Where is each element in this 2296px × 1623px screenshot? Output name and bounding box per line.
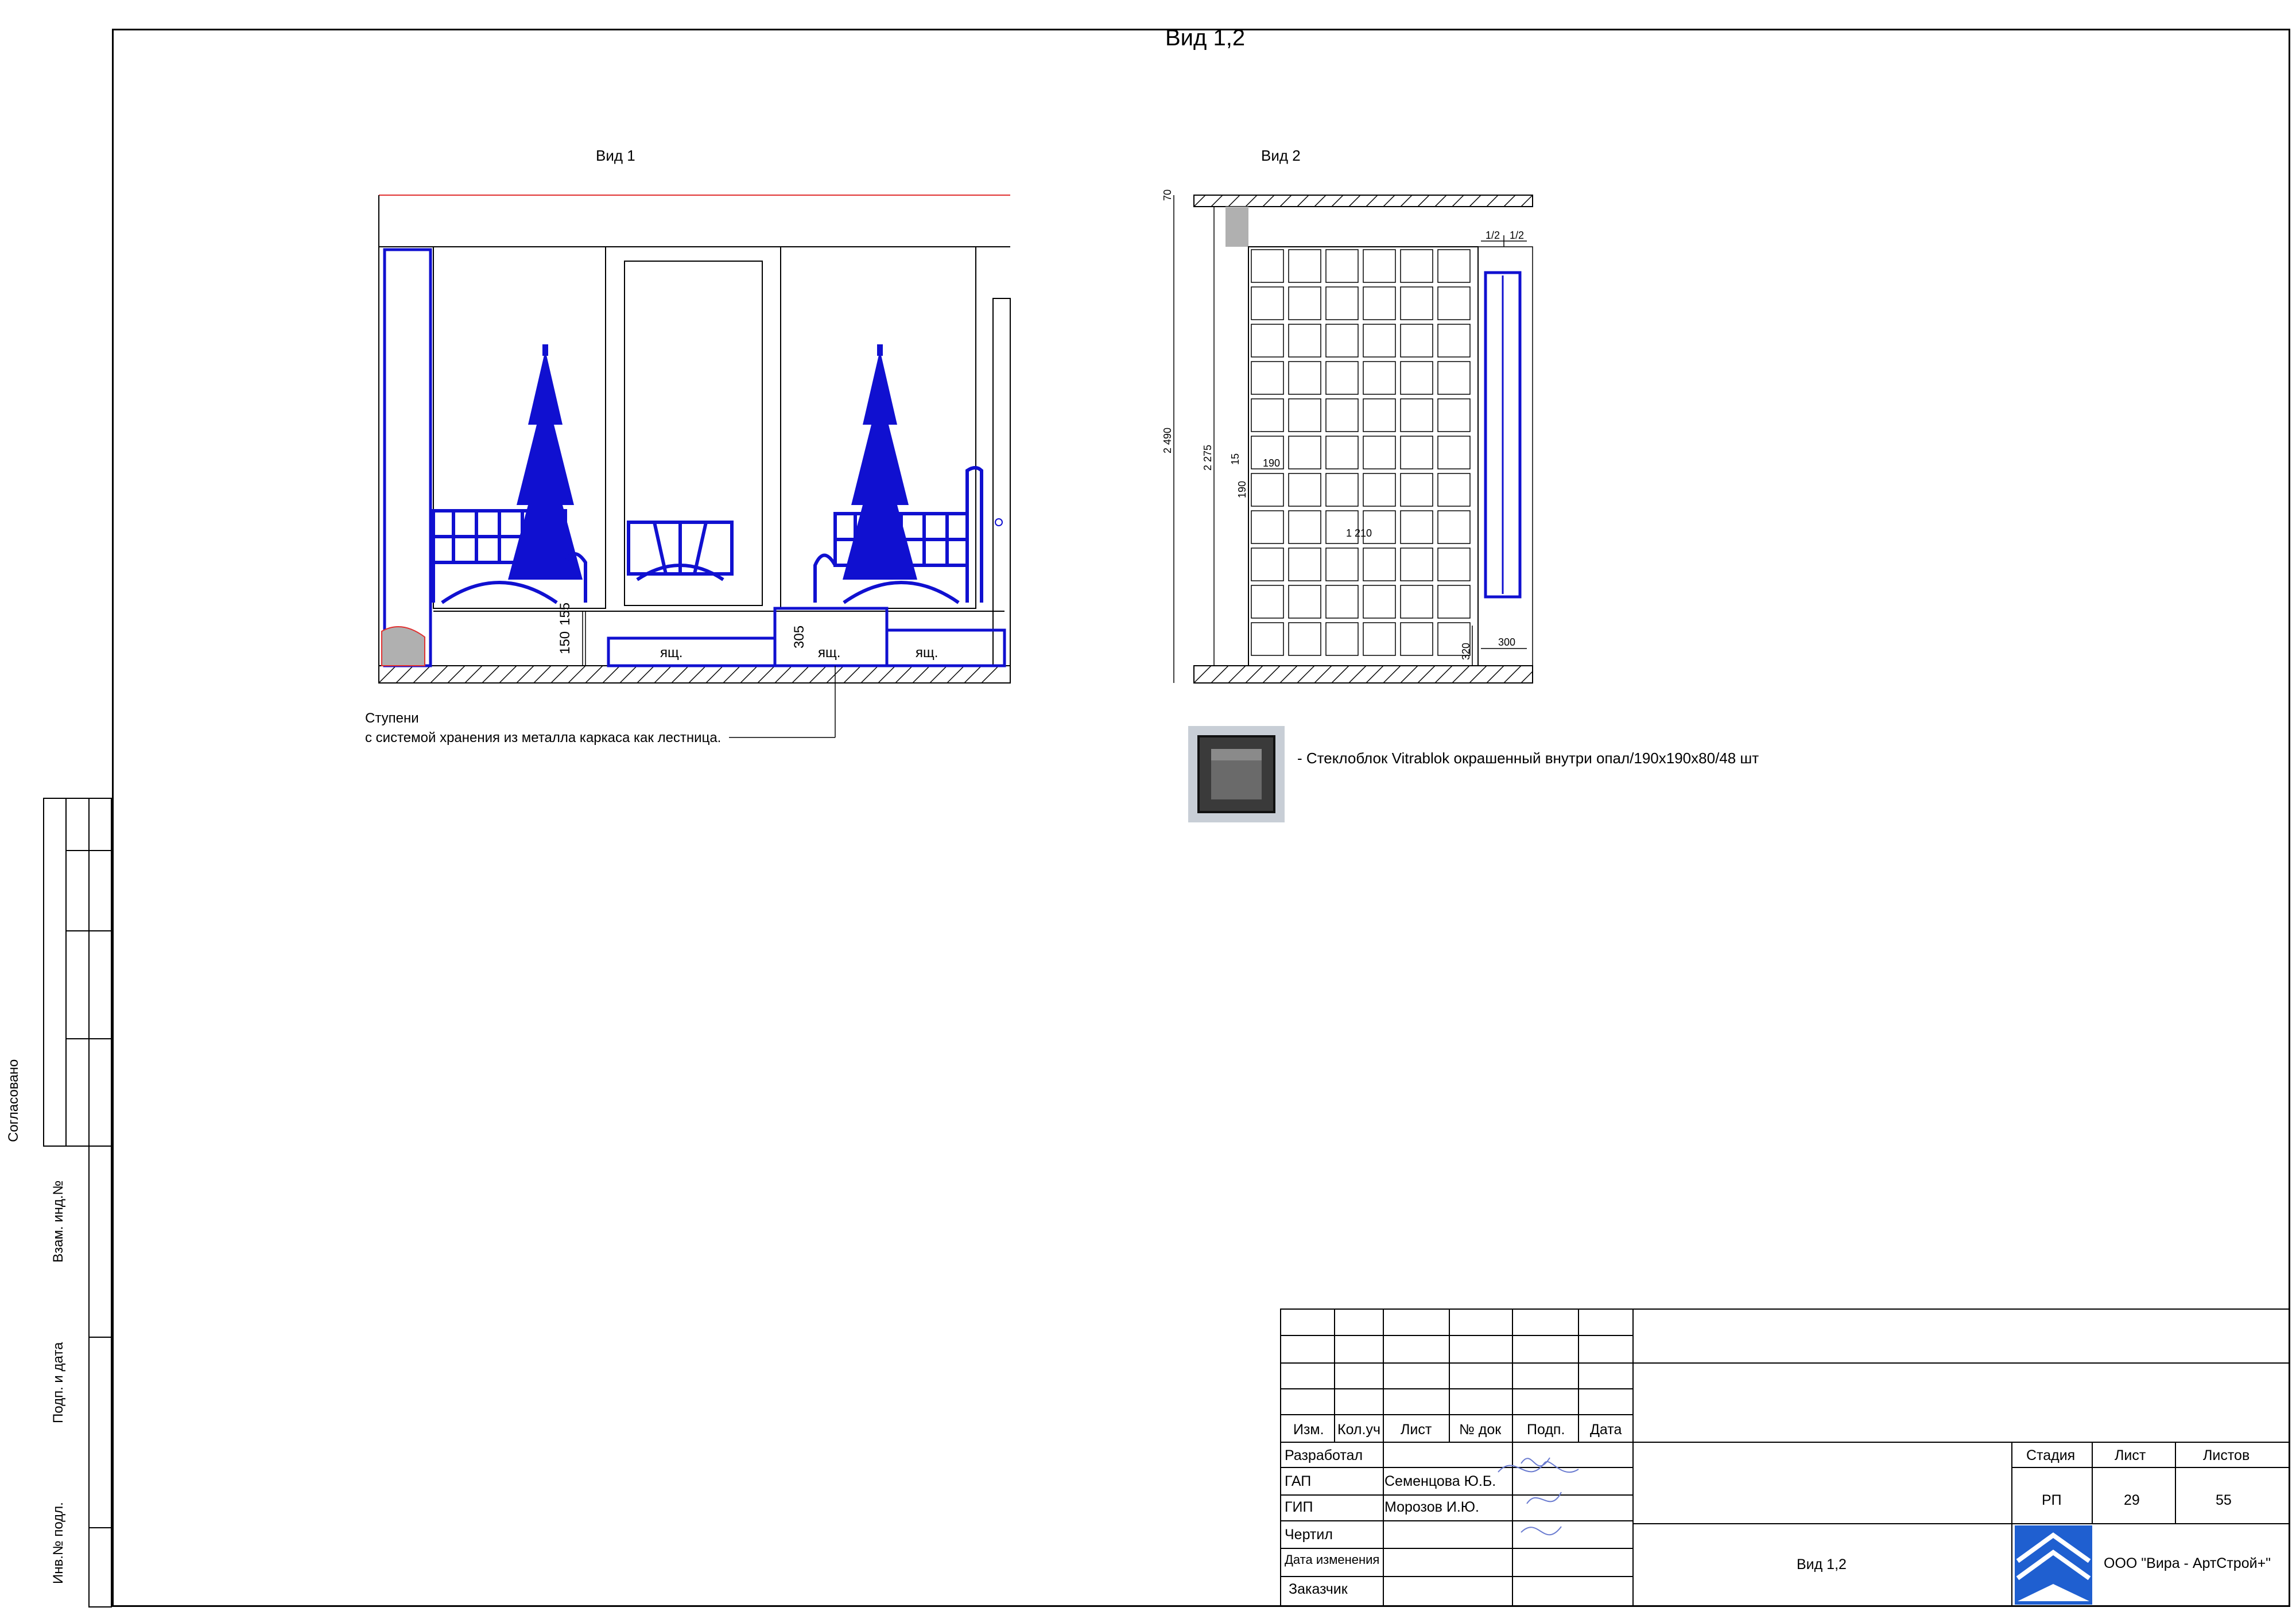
side-inv-orig: Инв.№ подл. xyxy=(51,1502,66,1584)
drawer-label-2: ящ. xyxy=(818,645,840,661)
view1-note-text: с системой хранения из металла каркаса к… xyxy=(365,730,722,746)
tb-role-change-date: Дата изменения xyxy=(1285,1552,1380,1567)
side-agreed: Согласовано xyxy=(6,1059,21,1142)
tb-stage-value: РП xyxy=(2042,1492,2062,1508)
sheet-title: Вид 1,2 xyxy=(1165,25,1246,51)
tb-header-sign: Подп. xyxy=(1527,1422,1565,1438)
drawer-label-3: ящ. xyxy=(916,645,938,661)
dim-70: 70 xyxy=(1162,189,1173,201)
tb-header-list: Лист xyxy=(1401,1422,1432,1438)
signature-marks xyxy=(1498,1457,1579,1536)
dim-2490: 2 490 xyxy=(1162,428,1173,453)
tb-company: ООО "Вира - АртСтрой+" xyxy=(2104,1555,2271,1571)
side-inv-ref: Взам. инд.№ xyxy=(51,1180,66,1263)
view2-label: Вид 2 xyxy=(1261,147,1301,164)
tb-role-gip: ГИП xyxy=(1285,1499,1313,1515)
dim-block-h: 190 xyxy=(1236,481,1248,498)
tb-role-customer: Заказчик xyxy=(1289,1581,1348,1597)
dim-305: 305 xyxy=(792,626,807,649)
view1-elevation: 150 155 305 ящ. ящ. ящ. xyxy=(378,195,1011,738)
dim-width: 1 210 xyxy=(1346,527,1372,539)
dim-2275: 2 275 xyxy=(1202,445,1213,471)
dim-block-w: 190 xyxy=(1263,457,1280,469)
side-sign-date: Подп. и дата xyxy=(51,1342,66,1423)
tb-sheets-label: Листов xyxy=(2203,1447,2250,1463)
dim-300: 300 xyxy=(1498,636,1515,648)
dim-150: 150 xyxy=(557,631,573,654)
tb-stage-label: Стадия xyxy=(2026,1447,2076,1463)
tb-header-izm: Изм. xyxy=(1293,1422,1324,1438)
view2-elevation: 70 2 490 2 275 190 190 15 1 210 1/2 1/2 … xyxy=(1162,189,1533,684)
tb-name-gap: Семенцова Ю.Б. xyxy=(1384,1473,1496,1489)
dim-half-a: 1/2 xyxy=(1486,230,1500,241)
drawer-label-1: ящ. xyxy=(660,645,682,661)
tb-name-gip: Морозов И.Ю. xyxy=(1384,1499,1479,1515)
glassblock-legend: - Стеклоблок Vitrablok окрашенный внутри… xyxy=(1297,750,1759,767)
tb-sheet-name: Вид 1,2 xyxy=(1797,1556,1847,1572)
tb-header-doc: № док xyxy=(1459,1422,1502,1438)
tb-header-kol: Кол.уч xyxy=(1337,1422,1380,1438)
tb-role-drew: Чертил xyxy=(1285,1527,1333,1543)
tb-role-developed: Разработал xyxy=(1285,1447,1363,1463)
tb-sheet-label: Лист xyxy=(2115,1447,2146,1463)
tb-header-date: Дата xyxy=(1590,1422,1622,1438)
company-logo xyxy=(2015,1525,2092,1605)
dim-half-b: 1/2 xyxy=(1510,230,1524,241)
dim-small: 15 xyxy=(1230,453,1241,465)
glassblock-swatch xyxy=(1188,726,1285,822)
tb-sheets-total: 55 xyxy=(2216,1492,2232,1508)
tb-role-gap: ГАП xyxy=(1285,1473,1312,1489)
dim-320: 320 xyxy=(1460,643,1472,660)
tb-sheet-number: 29 xyxy=(2124,1492,2140,1508)
view1-label: Вид 1 xyxy=(596,147,635,164)
view1-note-title: Ступени xyxy=(365,710,419,726)
dim-155: 155 xyxy=(557,603,573,626)
